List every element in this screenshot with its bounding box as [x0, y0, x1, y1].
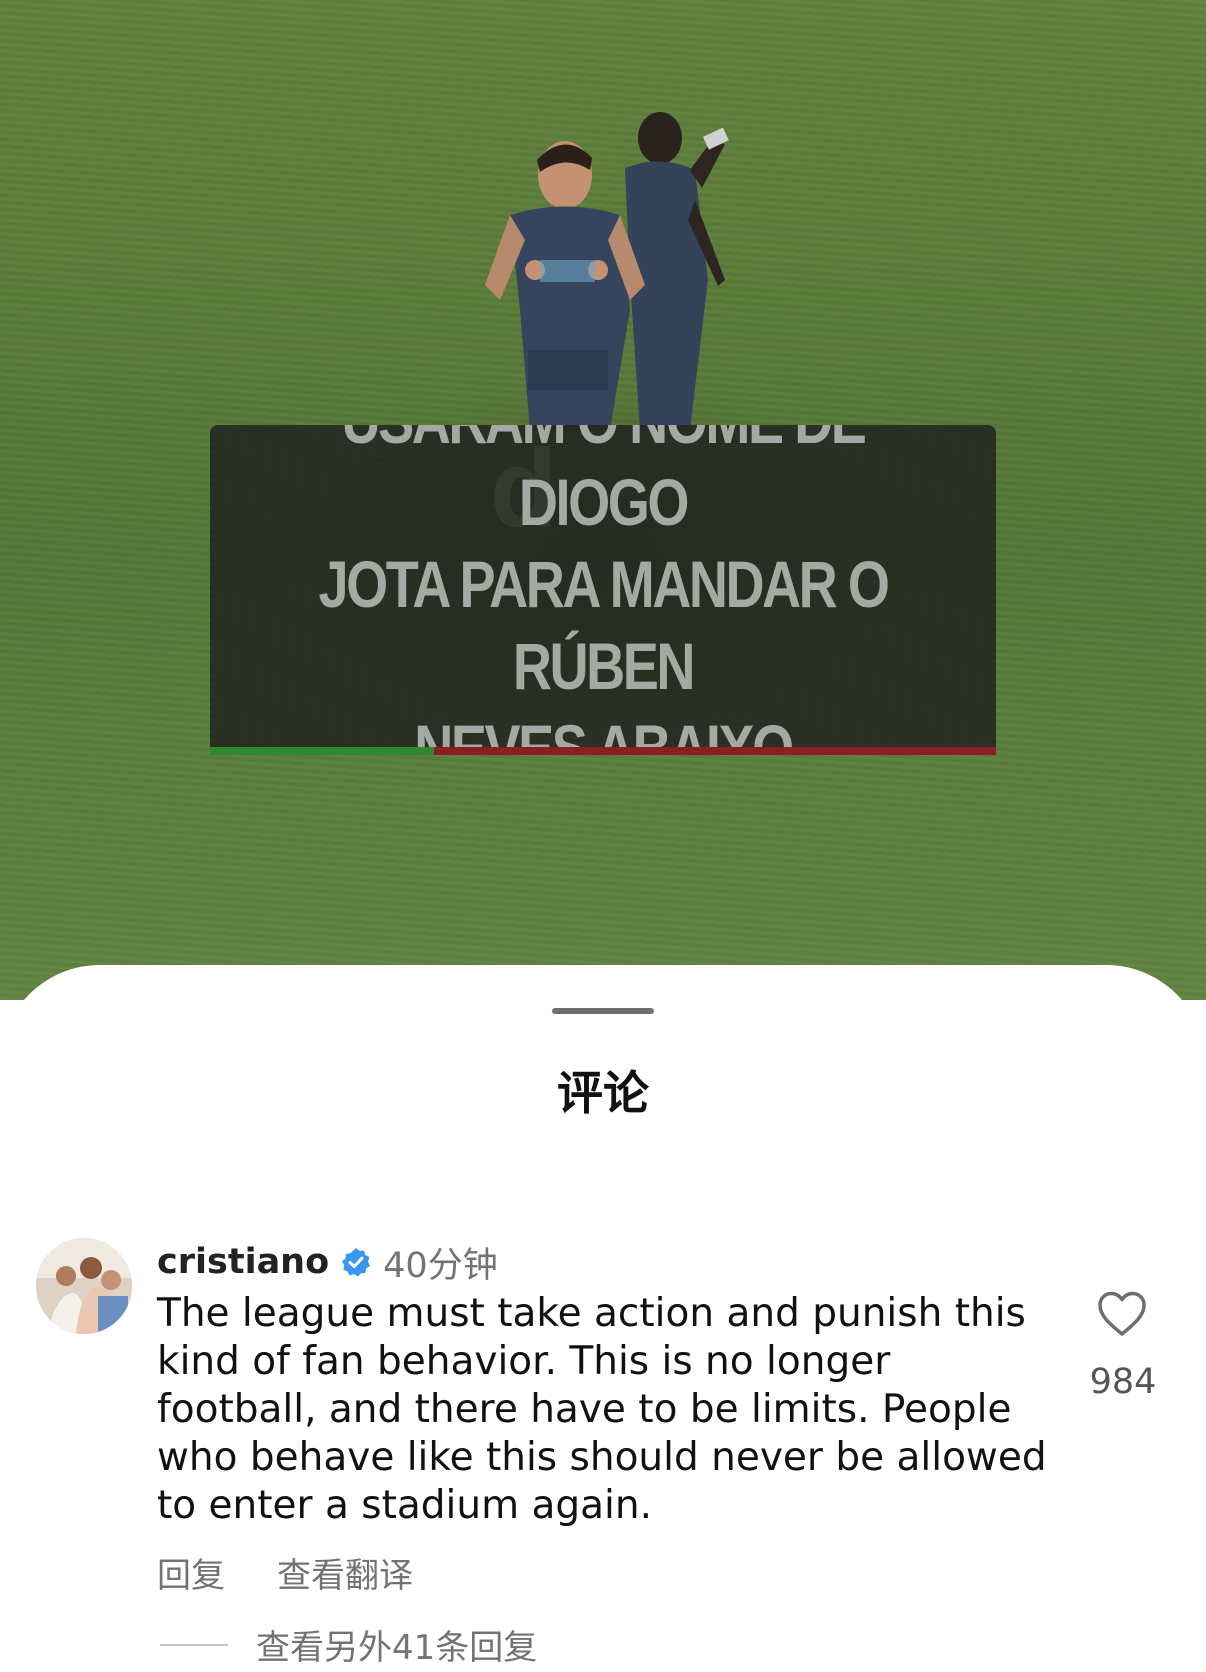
- username[interactable]: cristiano: [157, 1242, 329, 1282]
- verified-badge-icon: [342, 1248, 371, 1277]
- caption-bar-green: [210, 747, 434, 755]
- video-caption: USARAM O NOME DE DIOGO JOTA PARA MANDAR …: [318, 425, 890, 747]
- video-player[interactable]: d USARAM O NOME DE DIOGO JOTA PARA MANDA…: [0, 0, 1206, 1000]
- see-translation-button[interactable]: 查看翻译: [277, 1548, 413, 1597]
- comment-text: The league must take action and punish t…: [157, 1291, 1047, 1528]
- caption-bar-red: [434, 747, 996, 755]
- sheet-title: 评论: [557, 1066, 649, 1120]
- avatar-image: [36, 1238, 132, 1334]
- avatar[interactable]: [36, 1238, 132, 1334]
- like-button[interactable]: [1090, 1290, 1154, 1338]
- sheet-drag-handle[interactable]: [552, 1008, 654, 1014]
- like-count: 984: [1089, 1362, 1157, 1402]
- comment-time: 40分钟: [383, 1245, 498, 1286]
- comment-actions: 回复 查看翻译: [157, 1548, 413, 1597]
- reply-button[interactable]: 回复: [157, 1548, 225, 1597]
- view-more-replies-label: 查看另外41条回复: [256, 1628, 538, 1668]
- caption-color-bar: [210, 747, 996, 755]
- players-image: [485, 112, 729, 430]
- comment-header: cristiano 40分钟: [157, 1238, 498, 1286]
- view-more-replies[interactable]: 查看另外41条回复: [160, 1620, 537, 1669]
- heart-icon: [1098, 1291, 1146, 1336]
- replies-divider-line: [160, 1643, 228, 1646]
- video-caption-box: d USARAM O NOME DE DIOGO JOTA PARA MANDA…: [210, 425, 996, 747]
